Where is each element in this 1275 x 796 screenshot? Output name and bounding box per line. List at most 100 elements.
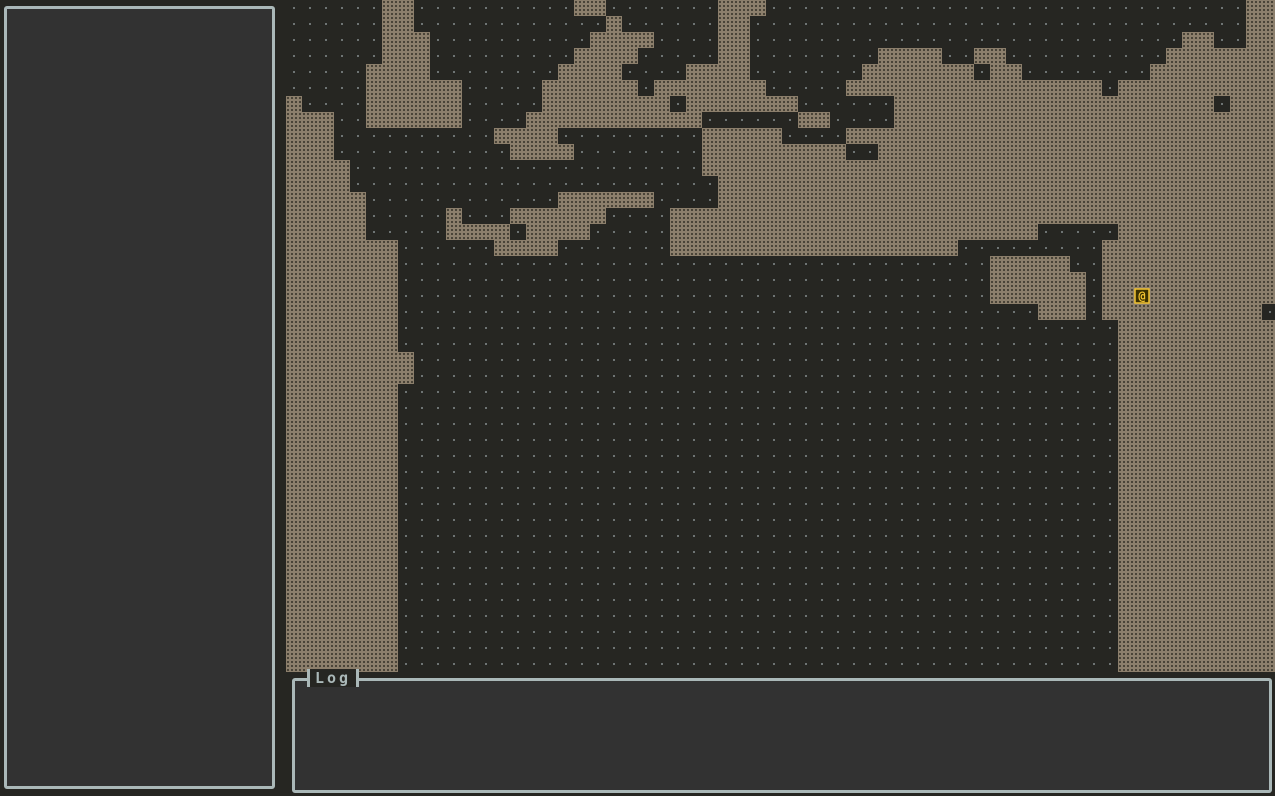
wall-tiles bbox=[286, 336, 398, 352]
wall-tiles bbox=[1246, 0, 1275, 16]
wall-tiles bbox=[286, 416, 398, 432]
wall-tiles bbox=[1246, 32, 1275, 48]
wall-tiles bbox=[1118, 448, 1275, 464]
wall-tiles bbox=[1118, 432, 1275, 448]
wall-tiles bbox=[286, 608, 398, 624]
wall-tiles bbox=[558, 64, 622, 80]
wall-tiles bbox=[702, 128, 782, 144]
wall-tiles bbox=[286, 320, 398, 336]
wall-tiles bbox=[574, 48, 638, 64]
player-layer: @ bbox=[1134, 288, 1150, 304]
wall-tiles bbox=[366, 96, 462, 112]
wall-tiles bbox=[1182, 32, 1214, 48]
wall-tiles bbox=[1118, 496, 1275, 512]
wall-tiles bbox=[846, 128, 1275, 144]
wall-tiles bbox=[590, 32, 654, 48]
wall-tiles bbox=[1118, 224, 1275, 240]
wall-tiles bbox=[1246, 16, 1275, 32]
dungeon-map[interactable]: @ bbox=[286, 0, 1275, 672]
wall-tiles bbox=[686, 96, 798, 112]
wall-tiles bbox=[718, 16, 750, 32]
wall-tiles bbox=[718, 176, 1275, 192]
wall-tiles bbox=[286, 512, 398, 528]
wall-tiles bbox=[1118, 528, 1275, 544]
wall-tiles bbox=[894, 96, 1214, 112]
wall-tiles bbox=[1102, 272, 1275, 288]
wall-tiles bbox=[718, 32, 750, 48]
wall-tiles bbox=[1118, 544, 1275, 560]
wall-tiles bbox=[990, 256, 1070, 272]
wall-tiles bbox=[286, 304, 398, 320]
wall-tiles bbox=[286, 560, 398, 576]
wall-tiles bbox=[1118, 464, 1275, 480]
wall-tiles bbox=[990, 64, 1022, 80]
wall-tiles bbox=[510, 144, 574, 160]
wall-tiles bbox=[1118, 384, 1275, 400]
wall-tiles bbox=[286, 240, 398, 256]
wall-tiles bbox=[1118, 80, 1275, 96]
wall-tiles bbox=[894, 112, 1275, 128]
wall-tiles bbox=[286, 160, 350, 176]
wall-tiles bbox=[702, 144, 846, 160]
wall-tiles bbox=[798, 112, 830, 128]
wall-tiles bbox=[654, 80, 766, 96]
wall-tiles bbox=[286, 640, 398, 656]
wall-tiles bbox=[286, 624, 398, 640]
wall-tiles bbox=[286, 352, 414, 368]
wall-tiles bbox=[510, 208, 606, 224]
wall-tiles bbox=[558, 192, 654, 208]
wall-tiles bbox=[1118, 560, 1275, 576]
wall-tiles bbox=[542, 96, 670, 112]
wall-tiles bbox=[286, 208, 366, 224]
wall-tiles bbox=[286, 192, 366, 208]
wall-tiles bbox=[494, 240, 558, 256]
wall-tiles bbox=[670, 240, 958, 256]
wall-tiles bbox=[286, 368, 414, 384]
wall-tiles bbox=[1118, 336, 1275, 352]
wall-tiles bbox=[990, 272, 1086, 288]
wall-tiles bbox=[286, 288, 398, 304]
wall-tiles bbox=[286, 544, 398, 560]
wall-tiles bbox=[446, 224, 510, 240]
wall-tiles bbox=[1102, 240, 1275, 256]
wall-tiles bbox=[286, 432, 398, 448]
wall-tiles bbox=[1118, 368, 1275, 384]
wall-tiles bbox=[446, 208, 462, 224]
wall-tiles bbox=[542, 80, 638, 96]
log-panel: Log bbox=[292, 669, 1272, 793]
wall-tiles bbox=[1118, 320, 1275, 336]
wall-tiles bbox=[1150, 64, 1275, 80]
wall-tiles bbox=[286, 496, 398, 512]
wall-tiles bbox=[1118, 592, 1275, 608]
wall-tiles bbox=[974, 48, 1006, 64]
wall-tiles bbox=[286, 576, 398, 592]
wall-tiles bbox=[1118, 640, 1275, 656]
wall-tiles bbox=[286, 448, 398, 464]
wall-tiles bbox=[574, 0, 606, 16]
wall-tiles bbox=[286, 224, 366, 240]
wall-tiles bbox=[1118, 480, 1275, 496]
wall-tiles bbox=[878, 144, 1275, 160]
wall-tiles bbox=[286, 272, 398, 288]
wall-tiles bbox=[1118, 416, 1275, 432]
wall-tiles bbox=[366, 64, 430, 80]
wall-tiles bbox=[718, 0, 766, 16]
wall-tiles bbox=[286, 528, 398, 544]
wall-tiles bbox=[286, 96, 302, 112]
wall-tiles bbox=[286, 112, 334, 128]
wall-tiles bbox=[382, 0, 414, 16]
wall-tiles bbox=[1166, 48, 1275, 64]
wall-tiles bbox=[366, 80, 462, 96]
wall-tiles bbox=[1038, 304, 1086, 320]
wall-tiles bbox=[862, 64, 974, 80]
wall-tiles bbox=[1118, 608, 1275, 624]
wall-tiles bbox=[1230, 96, 1275, 112]
wall-tiles bbox=[686, 64, 750, 80]
wall-tiles bbox=[526, 224, 590, 240]
wall-tiles bbox=[494, 128, 558, 144]
wall-tiles bbox=[286, 400, 398, 416]
wall-tiles bbox=[382, 48, 430, 64]
character-side-panel bbox=[4, 6, 275, 789]
wall-tiles bbox=[286, 176, 350, 192]
wall-tiles bbox=[718, 48, 750, 64]
